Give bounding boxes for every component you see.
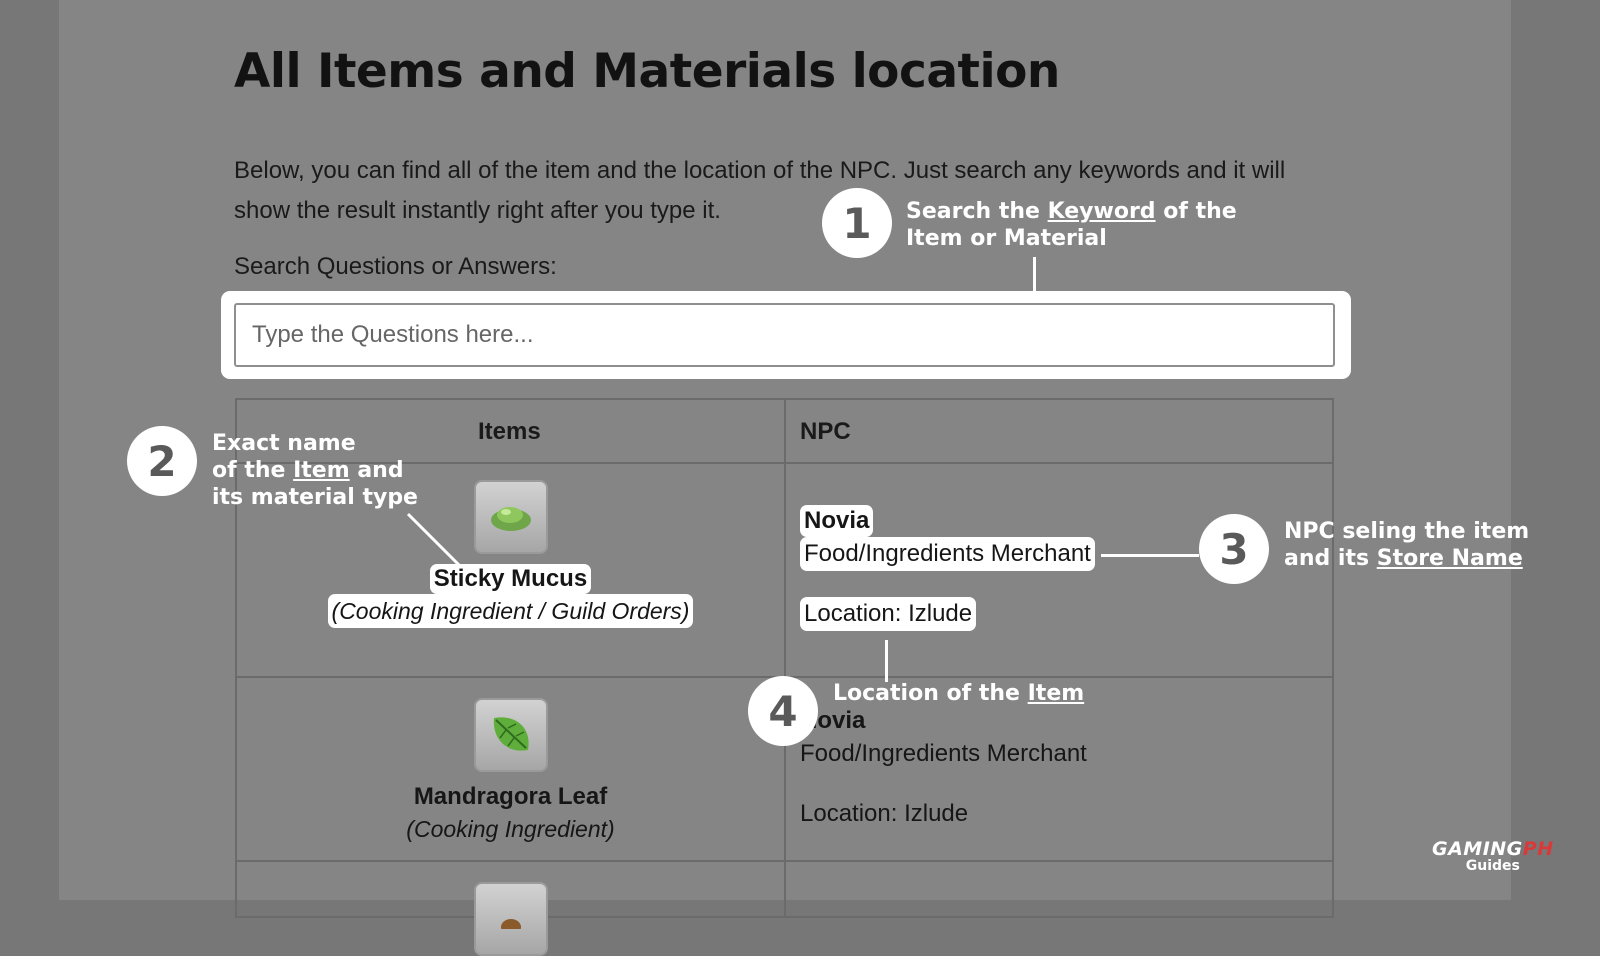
table-row-item bbox=[237, 882, 784, 956]
search-input[interactable] bbox=[234, 303, 1335, 367]
callout-4: Location of the Item bbox=[833, 681, 1085, 706]
table-row-npc: Novia Food/Ingredients Merchant Location… bbox=[800, 705, 1087, 831]
callout-2-leader bbox=[406, 512, 464, 570]
npc-name: Novia bbox=[800, 505, 874, 537]
item-name: Mandragora Leaf bbox=[413, 783, 608, 810]
callout-1: Search the Keyword of the Item or Materi… bbox=[906, 199, 1237, 251]
page-title: All Items and Materials location bbox=[234, 44, 1060, 99]
brand-watermark: GAMINGPH Guides bbox=[1432, 838, 1554, 874]
sticky-mucus-icon bbox=[473, 480, 548, 554]
callout-marker-4: 4 bbox=[748, 676, 818, 746]
callout-marker-3: 3 bbox=[1199, 514, 1269, 584]
table-row-item: Mandragora Leaf (Cooking Ingredient) bbox=[237, 698, 784, 846]
brand-logo: GAMINGPH bbox=[1432, 838, 1554, 860]
callout-4-leader bbox=[885, 640, 888, 682]
callout-2: Exact name of the Item and its material … bbox=[212, 431, 418, 510]
mandragora-leaf-icon bbox=[473, 698, 548, 772]
item-type: (Cooking Ingredient) bbox=[406, 816, 615, 842]
table-row-npc: Novia Food/Ingredients Merchant Location… bbox=[800, 505, 1095, 631]
npc-store: Food/Ingredients Merchant bbox=[800, 740, 1087, 767]
header-npc: NPC bbox=[800, 418, 851, 445]
callout-marker-1: 1 bbox=[822, 188, 892, 258]
item-icon bbox=[473, 882, 548, 956]
row-divider bbox=[237, 860, 1332, 862]
callout-1-leader bbox=[1033, 257, 1036, 292]
callout-3: NPC seling the item and its Store Name bbox=[1284, 519, 1530, 571]
npc-store: Food/Ingredients Merchant bbox=[800, 537, 1095, 571]
item-type: (Cooking Ingredient / Guild Orders) bbox=[327, 594, 694, 628]
header-items: Items bbox=[478, 418, 541, 445]
search-label: Search Questions or Answers: bbox=[234, 253, 557, 280]
callout-marker-2: 2 bbox=[127, 426, 197, 496]
column-divider bbox=[784, 400, 786, 916]
npc-location: Location: Izlude bbox=[800, 800, 969, 827]
npc-name: Novia bbox=[800, 707, 866, 734]
npc-location: Location: Izlude bbox=[800, 597, 977, 631]
callout-3-leader bbox=[1101, 554, 1199, 557]
brand-subtitle: Guides bbox=[1465, 858, 1520, 874]
